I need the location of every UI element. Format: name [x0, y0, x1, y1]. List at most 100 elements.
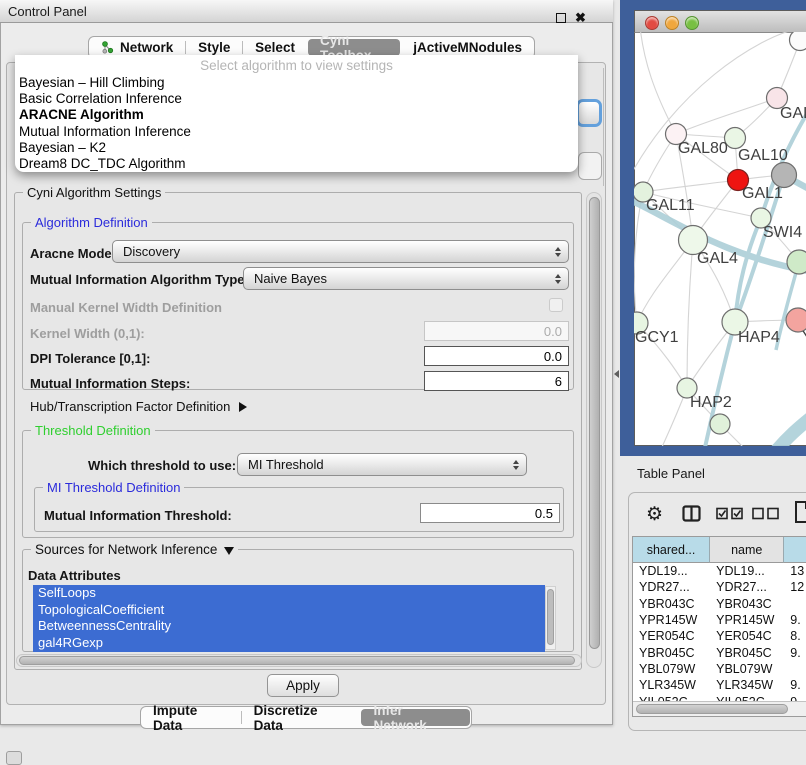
mi-type-combo[interactable]: Naive Bayes — [243, 267, 569, 290]
column-header-shared-name[interactable]: shared... — [633, 537, 710, 563]
table-row[interactable]: YBR045CYBR045C9. — [633, 644, 806, 660]
algorithm-option[interactable]: Dream8 DC_TDC Algorithm — [15, 156, 578, 172]
node-gray[interactable] — [772, 163, 797, 188]
combo-spinner-icon — [513, 460, 519, 470]
mi-steps-label: Mutual Information Steps: — [30, 376, 190, 391]
svg-text:Y: Y — [802, 329, 806, 346]
control-panel-titlebar: Control Panel — [0, 0, 613, 23]
svg-text:GAL11: GAL11 — [646, 197, 695, 214]
kernel-width-label: Kernel Width (0,1): — [30, 326, 145, 341]
column-header-name[interactable]: name — [710, 537, 784, 563]
panel-resize-arrow[interactable] — [614, 370, 619, 378]
algorithm-option[interactable]: Bayesian – K2 — [15, 140, 578, 156]
hidden-groupbox-edge — [603, 68, 604, 186]
svg-text:GAL4: GAL4 — [697, 250, 738, 267]
attributes-scrollbar[interactable] — [545, 586, 556, 650]
minimize-window-icon[interactable] — [665, 16, 679, 30]
settings-group-title: Cyni Algorithm Settings — [23, 185, 165, 200]
sources-group-title[interactable]: Sources for Network Inference — [31, 542, 238, 557]
svg-text:HAP2: HAP2 — [690, 394, 732, 411]
tab-impute-data[interactable]: Impute Data — [141, 707, 241, 728]
table-row[interactable]: YLR345WYLR345W9. — [633, 677, 806, 693]
table-body: YDL19...YDL19...13 YDR27...YDR27...12 YB… — [633, 563, 806, 701]
apply-button[interactable]: Apply — [267, 674, 339, 697]
table-hscrollbar[interactable] — [633, 701, 806, 716]
attribute-item[interactable]: TopologicalCoefficient — [33, 602, 545, 619]
float-panel-icon[interactable] — [556, 13, 566, 23]
algorithm-option[interactable]: Basic Correlation Inference — [15, 91, 578, 107]
algorithm-option-selected[interactable]: ARACNE Algorithm — [15, 107, 578, 123]
node-bottom-green[interactable] — [710, 414, 730, 434]
column-header-cut[interactable] — [784, 537, 806, 563]
dpi-tolerance-label: DPI Tolerance [0,1]: — [30, 351, 150, 366]
svg-text:HAP4: HAP4 — [738, 329, 780, 346]
table-row[interactable]: YBR043CYBR043C — [633, 596, 806, 612]
dpi-tolerance-field[interactable]: 0.0 — [424, 346, 569, 366]
attribute-item[interactable]: SelfLoops — [33, 585, 545, 602]
deselect-all-columns-icon[interactable] — [752, 507, 780, 520]
table-row[interactable]: YIL052CYIL052C9. — [633, 693, 806, 701]
attributes-scrollbar-thumb[interactable] — [547, 589, 554, 645]
table-settings-gear-icon[interactable]: ⚙ — [646, 503, 663, 526]
cyni-bottom-tabbar: Impute Data Discretize Data Infer Networ… — [140, 706, 472, 729]
table-panel-titlebar: Table Panel — [620, 456, 806, 490]
mi-threshold-label: Mutual Information Threshold: — [44, 508, 232, 523]
node-right-green[interactable] — [787, 250, 806, 274]
settings-scrollbar[interactable] — [586, 192, 602, 668]
close-window-icon[interactable] — [645, 16, 659, 30]
tab-infer-network[interactable]: Infer Network — [361, 709, 470, 726]
close-panel-icon[interactable]: ✖ — [575, 10, 586, 26]
manual-kernel-label: Manual Kernel Width Definition — [30, 300, 222, 315]
table-row[interactable]: YPR145WYPR145W9. — [633, 612, 806, 628]
settings-hscrollbar-thumb[interactable] — [19, 656, 575, 665]
algorithm-option[interactable]: Mutual Information Inference — [15, 124, 578, 140]
network-node-labels: GAL GAL80 GAL10 GAL1 GAL11 SWI4 GAL4 GCY… — [635, 105, 806, 411]
minimized-panel-icon[interactable] — [6, 751, 22, 765]
data-attributes-list[interactable]: SelfLoops TopologicalCoefficient Between… — [33, 585, 545, 652]
attribute-item[interactable]: BetweennessCentrality — [33, 618, 545, 635]
attribute-item[interactable]: gal4RGexp — [33, 635, 545, 652]
which-threshold-label: Which threshold to use: — [88, 458, 236, 473]
svg-text:GCY1: GCY1 — [635, 329, 679, 346]
mi-threshold-group-title: MI Threshold Definition — [43, 480, 184, 495]
tab-discretize-data[interactable]: Discretize Data — [242, 707, 361, 728]
dropdown-prompt: Select algorithm to view settings — [15, 55, 578, 75]
manual-kernel-checkbox[interactable] — [549, 298, 563, 312]
tab-network-label: Network — [120, 40, 173, 55]
table-row[interactable]: YDR27...YDR27...12 — [633, 579, 806, 595]
network-window-titlebar[interactable] — [634, 10, 806, 33]
node-unnamed-white[interactable] — [790, 32, 806, 51]
svg-text:SWI4: SWI4 — [763, 224, 802, 241]
mi-threshold-field[interactable]: 0.5 — [420, 503, 560, 523]
tab-cyni-toolbox[interactable]: Cyni Toolbox — [308, 39, 400, 56]
table-row[interactable]: YER054CYER054C8. — [633, 628, 806, 644]
settings-hscrollbar[interactable] — [16, 654, 582, 667]
zoom-window-icon[interactable] — [685, 16, 699, 30]
svg-text:GAL: GAL — [780, 105, 806, 122]
algorithm-option[interactable]: Bayesian – Hill Climbing — [15, 75, 578, 91]
threshold-definition-title: Threshold Definition — [31, 423, 155, 438]
kernel-width-field[interactable]: 0.0 — [424, 321, 569, 341]
network-canvas[interactable]: GAL GAL80 GAL10 GAL1 GAL11 SWI4 GAL4 GCY… — [634, 32, 806, 446]
table-row[interactable]: YDL19...YDL19...13 — [633, 563, 806, 579]
hub-definition-expander[interactable]: Hub/Transcription Factor Definition — [30, 399, 247, 414]
new-table-document-icon[interactable] — [794, 500, 806, 524]
table-row[interactable]: YBL079WYBL079W — [633, 661, 806, 677]
data-attributes-label: Data Attributes — [28, 568, 121, 583]
hidden-combo-focus-ring — [576, 99, 602, 127]
table-hscrollbar-thumb[interactable] — [636, 704, 788, 714]
network-tab-icon — [101, 41, 114, 54]
table-header-row: shared... name — [633, 537, 806, 563]
column-layout-icon[interactable] — [682, 505, 701, 523]
select-all-columns-icon[interactable] — [716, 507, 744, 520]
table-panel-title: Table Panel — [637, 466, 705, 481]
which-threshold-combo[interactable]: MI Threshold — [237, 453, 527, 476]
aracne-mode-combo[interactable]: Discovery — [112, 240, 569, 263]
settings-scrollbar-thumb[interactable] — [589, 197, 600, 649]
screen: { "control_panel": { "title": "Control P… — [0, 0, 806, 762]
algorithm-definition-title: Algorithm Definition — [31, 215, 152, 230]
combo-spinner-icon — [555, 274, 561, 284]
node-table: shared... name YDL19...YDL19...13 YDR27.… — [632, 536, 806, 717]
svg-text:GAL80: GAL80 — [678, 140, 728, 157]
mi-steps-field[interactable]: 6 — [424, 371, 569, 391]
